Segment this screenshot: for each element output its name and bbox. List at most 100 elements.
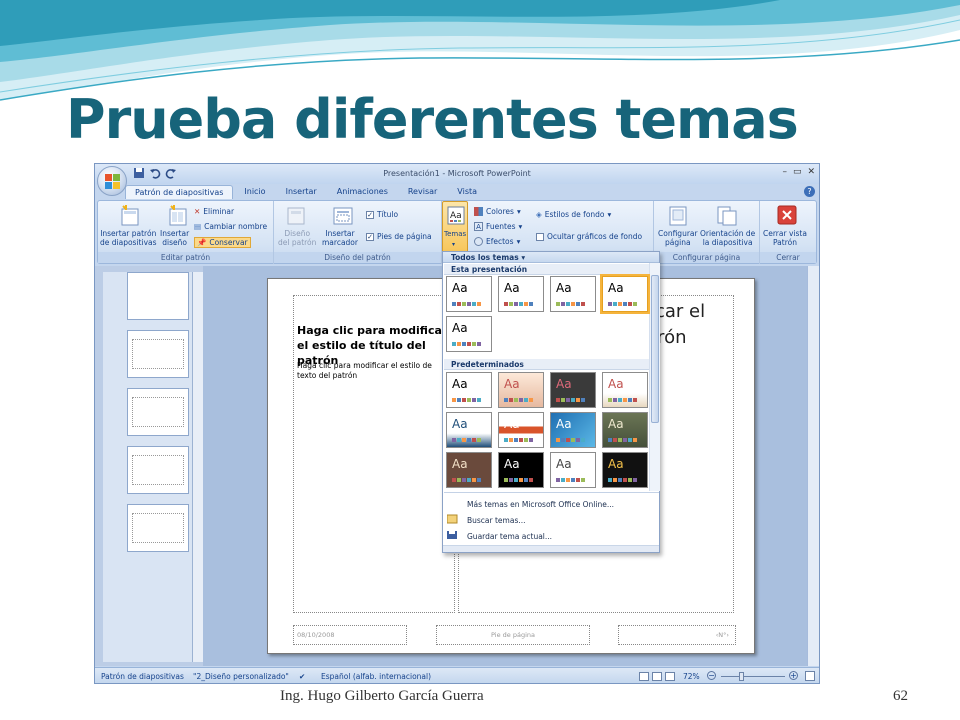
preserve-button[interactable]: 📌 Conservar [194, 237, 251, 248]
tab-review[interactable]: Revisar [399, 185, 446, 199]
footer-number-placeholder[interactable]: ‹N°› [618, 625, 736, 645]
color-swatch [613, 302, 617, 306]
theme-tile[interactable]: Aa [498, 412, 544, 448]
color-swatch [509, 302, 513, 306]
rename-button[interactable]: ▤ Cambiar nombre [194, 222, 267, 231]
slide-thumbnail-4[interactable] [127, 446, 189, 494]
spell-check-icon[interactable]: ✔ [299, 672, 305, 681]
theme-tile[interactable]: Aa [446, 316, 492, 352]
color-swatch [581, 398, 585, 402]
gallery-resize-grip[interactable] [443, 545, 659, 552]
theme-tile[interactable]: Aa [550, 372, 596, 408]
theme-tile[interactable]: Aa [446, 452, 492, 488]
theme-tile[interactable]: Aa [446, 412, 492, 448]
theme-tile[interactable]: Aa [550, 452, 596, 488]
color-swatch [504, 438, 508, 442]
theme-tile[interactable]: Aa [602, 372, 648, 408]
theme-tile[interactable]: Aa [498, 372, 544, 408]
page-setup-button[interactable]: Configurar página [658, 229, 698, 247]
theme-tile[interactable]: Aa [550, 276, 596, 312]
thumbnail-scrollbar[interactable] [193, 272, 203, 662]
gallery-scrollbar[interactable] [649, 263, 660, 491]
delete-button[interactable]: ✕ Eliminar [194, 207, 234, 216]
status-language[interactable]: Español (alfab. internacional) [321, 672, 431, 681]
close-master-view-button[interactable]: Cerrar vista Patrón [763, 229, 807, 247]
color-swatch [633, 302, 637, 306]
color-swatch [457, 398, 461, 402]
theme-tile[interactable]: Aa [602, 452, 648, 488]
color-swatch [529, 478, 533, 482]
color-swatch [628, 438, 632, 442]
theme-tile[interactable]: Aa [498, 452, 544, 488]
window-controls: – ▭ ✕ [782, 167, 815, 177]
browse-themes-item[interactable]: Buscar temas... [467, 516, 526, 525]
office-button[interactable] [97, 166, 127, 196]
color-swatch [556, 302, 560, 306]
effects-dropdown[interactable]: Efectos ▾ [474, 237, 520, 246]
zoom-slider[interactable] [721, 676, 785, 677]
theme-color-swatches [556, 438, 585, 442]
theme-tile[interactable]: Aa [446, 372, 492, 408]
close-button[interactable]: ✕ [807, 167, 815, 177]
theme-tile[interactable]: Aa [602, 412, 648, 448]
color-swatch [514, 438, 518, 442]
save-current-theme-item[interactable]: Guardar tema actual... [467, 532, 552, 541]
fit-to-window-icon[interactable] [805, 671, 815, 681]
slide-thumbnail-5[interactable] [127, 504, 189, 552]
tab-home[interactable]: Inicio [235, 185, 274, 199]
color-swatch [566, 478, 570, 482]
zoom-out-icon[interactable]: − [707, 671, 716, 680]
zoom-in-icon[interactable]: + [789, 671, 798, 680]
color-swatch [477, 302, 481, 306]
slide-thumbnail-1[interactable] [127, 272, 189, 320]
slideshow-view-icon[interactable] [665, 672, 675, 681]
fonts-dropdown[interactable]: A Fuentes ▾ [474, 222, 522, 231]
color-swatch [504, 398, 508, 402]
orientation-button[interactable]: Orientación de la diapositiva [700, 229, 755, 247]
theme-tile[interactable]: Aa [600, 274, 650, 314]
color-swatch [524, 438, 528, 442]
themes-button[interactable]: Aa Temas ▾ [442, 201, 468, 253]
slide-thumbnail-2[interactable] [127, 330, 189, 378]
theme-tile[interactable]: Aa [446, 276, 492, 312]
save-theme-icon [447, 531, 457, 539]
minimize-button[interactable]: – [782, 167, 787, 177]
tab-insert[interactable]: Insertar [277, 185, 326, 199]
tab-view[interactable]: Vista [448, 185, 486, 199]
footer-text-placeholder[interactable]: Pie de página [436, 625, 590, 645]
insert-placeholder-button[interactable]: Insertar marcador [322, 229, 358, 247]
color-swatch [514, 302, 518, 306]
zoom-level[interactable]: 72% [683, 672, 700, 681]
color-swatch [514, 478, 518, 482]
gallery-header[interactable]: Todos los temas ▾ [443, 252, 659, 263]
vertical-scrollbar[interactable] [807, 266, 819, 666]
rename-icon: ▤ [194, 222, 202, 231]
hide-background-checkbox[interactable]: Ocultar gráficos de fondo [536, 232, 642, 241]
normal-view-icon[interactable] [639, 672, 649, 681]
help-icon[interactable]: ? [804, 186, 815, 197]
background-styles-dropdown[interactable]: ◈ Estilos de fondo ▾ [536, 210, 611, 219]
slide-thumbnail-3[interactable] [127, 388, 189, 436]
theme-tile[interactable]: Aa [550, 412, 596, 448]
more-themes-online-link[interactable]: Más temas en Microsoft Office Online... [467, 500, 614, 509]
color-swatch [623, 398, 627, 402]
color-swatch [576, 478, 580, 482]
insert-layout-button[interactable]: Insertar diseño [160, 229, 189, 247]
footer-date-placeholder[interactable]: 08/10/2008 [293, 625, 407, 645]
tab-animations[interactable]: Animaciones [328, 185, 397, 199]
colors-dropdown[interactable]: Colores ▾ [474, 207, 521, 216]
title-checkbox[interactable]: ✓ Título [366, 210, 398, 219]
color-swatch [472, 302, 476, 306]
powerpoint-window: Presentación1 - Microsoft PowerPoint – ▭… [94, 163, 820, 684]
maximize-button[interactable]: ▭ [793, 167, 802, 177]
slide-sorter-icon[interactable] [652, 672, 662, 681]
theme-tile[interactable]: Aa [498, 276, 544, 312]
tab-slide-master[interactable]: Patrón de diapositivas [125, 185, 234, 199]
insert-master-button[interactable]: Insertar patrón de diapositivas [100, 229, 157, 247]
office-logo-icon [105, 174, 120, 189]
master-layout-button[interactable]: Diseño del patrón [278, 229, 316, 247]
footers-checkbox[interactable]: ✓ Pies de página [366, 232, 432, 241]
status-bar: Patrón de diapositivas "2_Diseño persona… [95, 667, 819, 683]
gallery-scroll-thumb[interactable] [651, 275, 659, 423]
zoom-slider-thumb[interactable] [739, 672, 744, 681]
